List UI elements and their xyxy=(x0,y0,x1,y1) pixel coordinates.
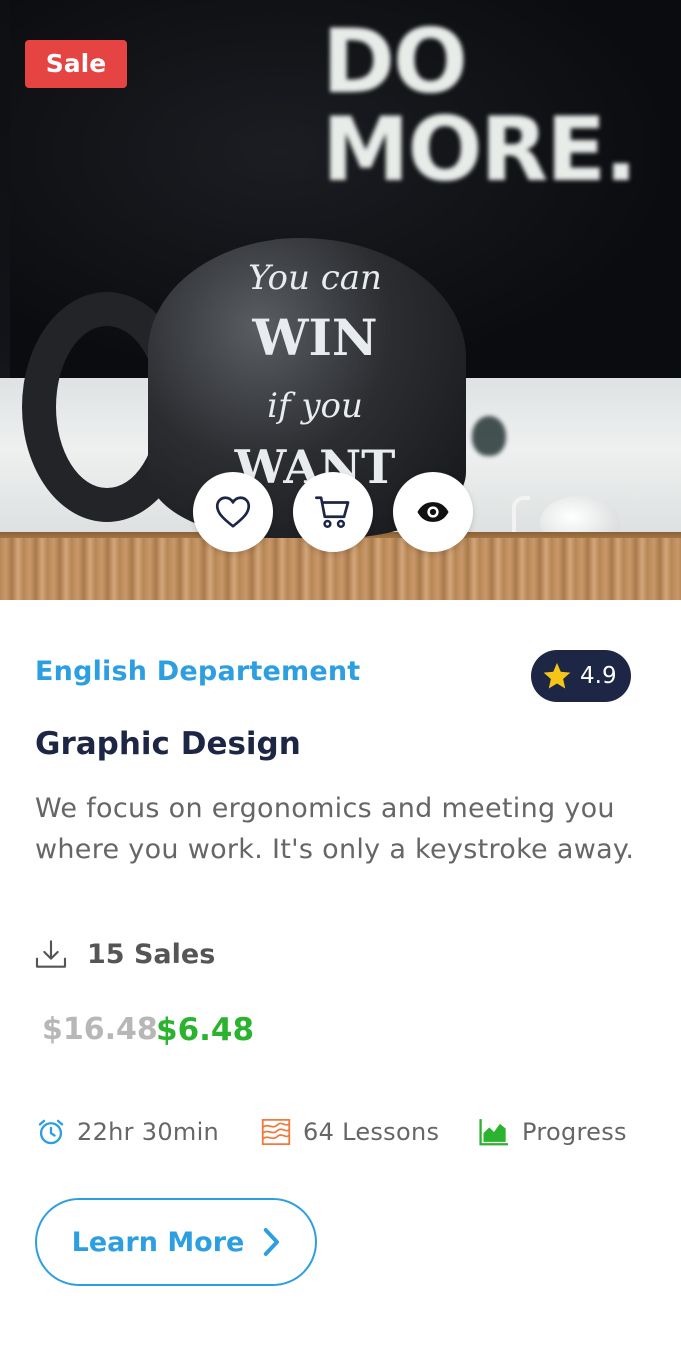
cart-icon xyxy=(315,496,350,528)
heart-icon xyxy=(215,496,251,528)
sales-count: 15 Sales xyxy=(35,934,215,974)
learn-more-button[interactable]: Learn More xyxy=(35,1198,317,1286)
department-link[interactable]: English Departement xyxy=(35,656,360,687)
chevron-right-icon xyxy=(264,1228,280,1256)
rating-value: 4.9 xyxy=(580,663,617,689)
original-price: $16.48 xyxy=(42,1012,158,1047)
course-description: We focus on ergonomics and meeting you w… xyxy=(35,793,635,865)
mug-text-line: You can xyxy=(248,258,382,298)
course-progress: Progress xyxy=(478,1112,627,1152)
duration-text: 22hr 30min xyxy=(77,1118,220,1146)
add-to-cart-button[interactable] xyxy=(293,472,373,552)
mug-text-line: if you xyxy=(267,386,363,426)
progress-text: Progress xyxy=(522,1118,627,1146)
screen-text-more: MORE. xyxy=(322,98,638,201)
apple-logo-icon xyxy=(472,416,506,456)
course-duration: 22hr 30min xyxy=(37,1112,219,1152)
sales-text: 15 Sales xyxy=(87,938,216,970)
eye-icon xyxy=(417,502,449,522)
area-chart-icon xyxy=(479,1119,508,1146)
learn-more-label: Learn More xyxy=(71,1226,245,1258)
wishlist-button[interactable] xyxy=(193,472,273,552)
star-icon xyxy=(543,662,571,689)
sale-price: $6.48 xyxy=(156,1012,255,1048)
rating-badge: 4.9 xyxy=(531,650,631,702)
course-title[interactable]: Graphic Design xyxy=(35,726,301,762)
layers-icon xyxy=(261,1118,291,1146)
mug-text-line: WIN xyxy=(252,308,378,367)
quick-view-button[interactable] xyxy=(393,472,473,552)
lessons-text: 64 Lessons xyxy=(303,1118,440,1146)
course-lessons: 64 Lessons xyxy=(261,1112,439,1152)
alarm-clock-icon xyxy=(38,1119,64,1145)
download-icon xyxy=(35,940,67,968)
sale-badge: Sale xyxy=(25,40,127,88)
screen-text-do: DO xyxy=(322,10,468,113)
